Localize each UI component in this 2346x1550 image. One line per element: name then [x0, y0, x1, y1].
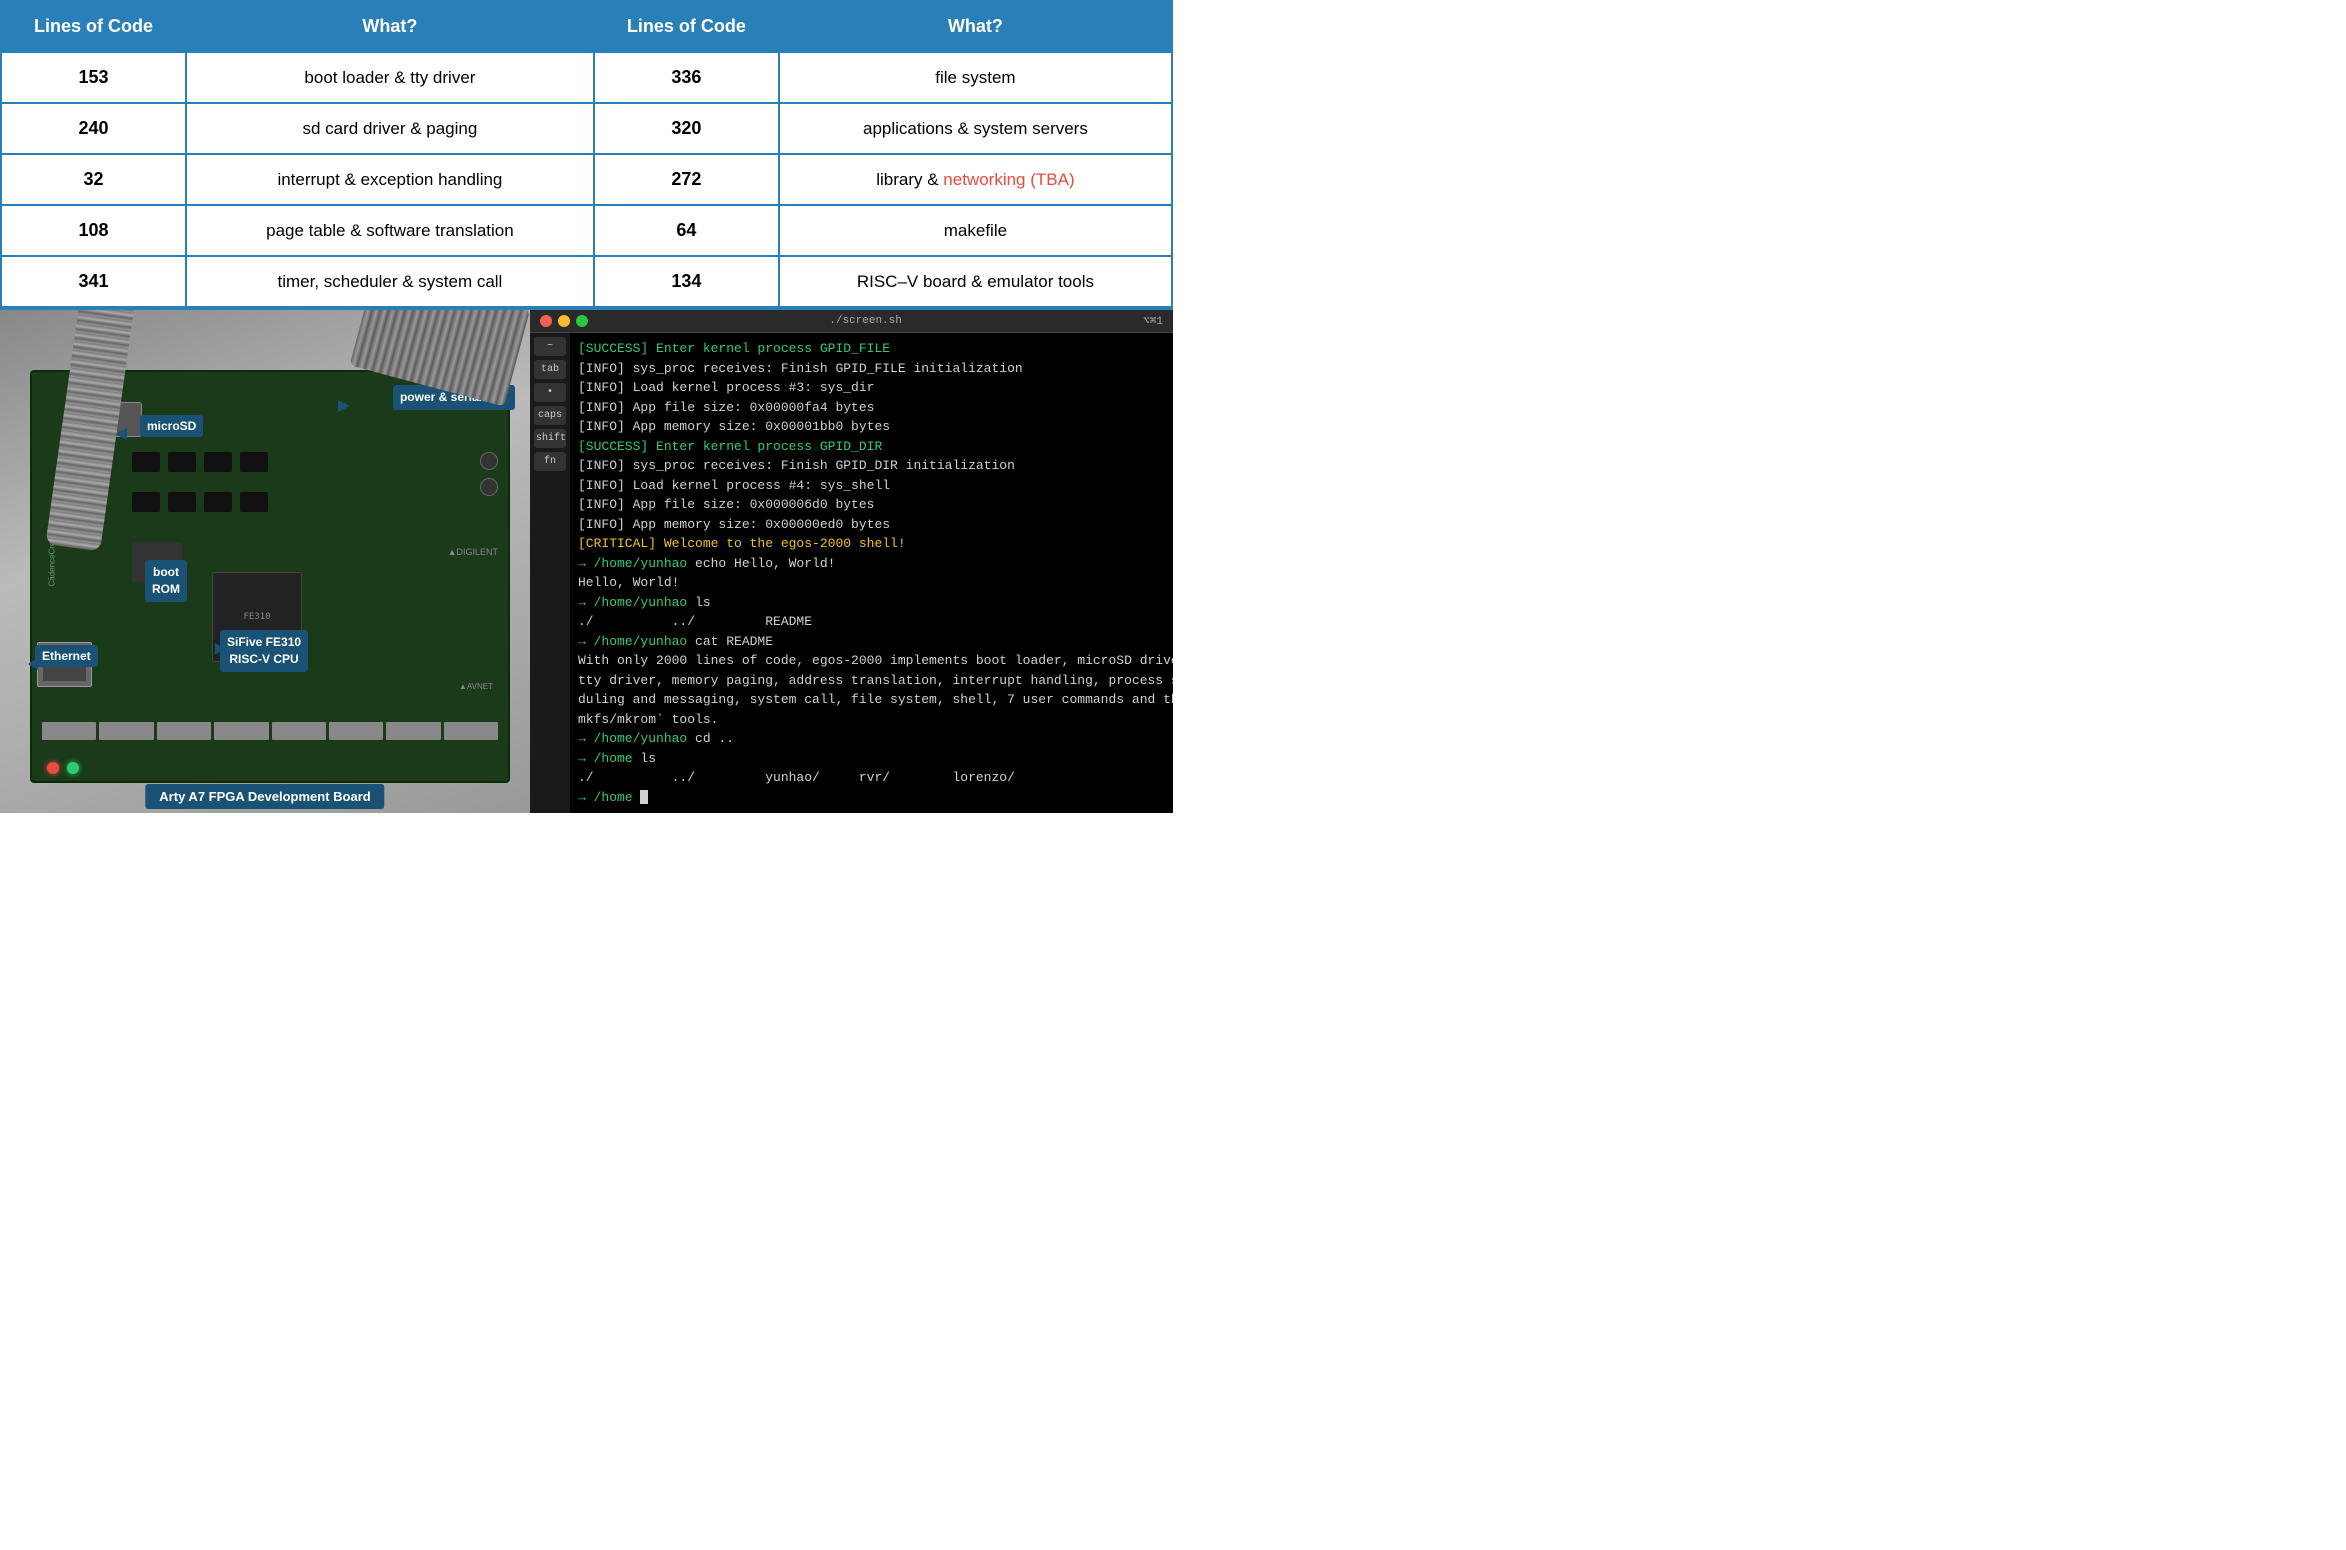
terminal-line-3: [INFO] App file size: 0x00000fa4 bytes	[578, 398, 1165, 418]
terminal-line-19: mkfs/mkrom` tools.	[578, 710, 1165, 730]
table-row-loc2-4: 134	[594, 256, 779, 307]
terminal-line-17: tty driver, memory paging, address trans…	[578, 671, 1165, 691]
table-row-loc1-4: 341	[1, 256, 186, 307]
maximize-button[interactable]	[576, 315, 588, 327]
terminal-line-14: ./ ../ README	[578, 612, 1165, 632]
terminal-line-16: With only 2000 lines of code, egos-2000 …	[578, 651, 1165, 671]
terminal-title: ./screen.sh	[829, 315, 902, 327]
key-fn[interactable]: fn	[534, 452, 566, 471]
boot-rom-label: bootROM	[145, 560, 187, 602]
microsd-label: microSD	[140, 415, 203, 437]
col-header-what1: What?	[186, 1, 594, 52]
table-row-desc1-1: sd card driver & paging	[186, 103, 594, 154]
terminal-line-18: duling and messaging, system call, file …	[578, 690, 1165, 710]
arty-board-label: Arty A7 FPGA Development Board	[145, 784, 384, 809]
lines-of-code-table: Lines of Code What? Lines of Code What? …	[0, 0, 1173, 308]
terminal-line-13: → /home/yunhao ls	[578, 593, 1165, 613]
terminal-body: ~ tab • caps shift fn [SUCCESS] Enter ke…	[530, 333, 1173, 813]
terminal-line-4: [INFO] App memory size: 0x00001bb0 bytes	[578, 417, 1165, 437]
board-container: FE310	[0, 310, 530, 813]
table-row-desc1-4: timer, scheduler & system call	[186, 256, 594, 307]
terminal-line-10: [CRITICAL] Welcome to the egos-2000 shel…	[578, 534, 1165, 554]
table-section: Lines of Code What? Lines of Code What? …	[0, 0, 1173, 308]
col-header-loc2: Lines of Code	[594, 1, 779, 52]
terminal-line-11: → /home/yunhao echo Hello, World!	[578, 554, 1165, 574]
terminal-line-23: → /home	[578, 788, 1165, 808]
terminal-sidebar-keys: ~ tab • caps shift fn	[530, 333, 570, 813]
terminal-content[interactable]: [SUCCESS] Enter kernel process GPID_FILE…	[570, 333, 1173, 813]
table-row-desc2-4: RISC–V board & emulator tools	[779, 256, 1172, 307]
table-row-loc1-2: 32	[1, 154, 186, 205]
terminal-line-12: Hello, World!	[578, 573, 1165, 593]
close-button[interactable]	[540, 315, 552, 327]
bottom-section: FE310	[0, 308, 1173, 813]
ethernet-label: Ethernet	[35, 645, 98, 667]
networking-tba-text: networking (TBA)	[943, 170, 1074, 189]
keyboard-shortcut: ⌥⌘1	[1143, 314, 1163, 328]
terminal-line-5: [SUCCESS] Enter kernel process GPID_DIR	[578, 437, 1165, 457]
col-header-what2: What?	[779, 1, 1172, 52]
terminal-line-15: → /home/yunhao cat README	[578, 632, 1165, 652]
table-row-desc2-1: applications & system servers	[779, 103, 1172, 154]
terminal-line-2: [INFO] Load kernel process #3: sys_dir	[578, 378, 1165, 398]
col-header-loc1: Lines of Code	[1, 1, 186, 52]
table-row-desc1-2: interrupt & exception handling	[186, 154, 594, 205]
key-dot[interactable]: •	[534, 383, 566, 402]
table-row-desc2-0: file system	[779, 52, 1172, 103]
table-row-loc2-0: 336	[594, 52, 779, 103]
terminal-line-0: [SUCCESS] Enter kernel process GPID_FILE	[578, 339, 1165, 359]
table-row-desc2-2: library & networking (TBA)	[779, 154, 1172, 205]
terminal-line-1: [INFO] sys_proc receives: Finish GPID_FI…	[578, 359, 1165, 379]
terminal-line-6: [INFO] sys_proc receives: Finish GPID_DI…	[578, 456, 1165, 476]
table-row-loc1-3: 108	[1, 205, 186, 256]
table-row-desc1-3: page table & software translation	[186, 205, 594, 256]
sifive-cpu-label: SiFive FE310RISC-V CPU	[220, 630, 308, 672]
terminal-line-9: [INFO] App memory size: 0x00000ed0 bytes	[578, 515, 1165, 535]
table-row-desc2-3: makefile	[779, 205, 1172, 256]
terminal-line-7: [INFO] Load kernel process #4: sys_shell	[578, 476, 1165, 496]
traffic-lights	[540, 315, 588, 327]
minimize-button[interactable]	[558, 315, 570, 327]
table-row-loc2-3: 64	[594, 205, 779, 256]
key-tab[interactable]: tab	[534, 360, 566, 379]
terminal-titlebar: ./screen.sh ⌥⌘1	[530, 310, 1173, 333]
table-row-desc1-0: boot loader & tty driver	[186, 52, 594, 103]
key-caps[interactable]: caps	[534, 406, 566, 425]
terminal-line-8: [INFO] App file size: 0x000006d0 bytes	[578, 495, 1165, 515]
table-row-loc1-1: 240	[1, 103, 186, 154]
key-shift[interactable]: shift	[534, 429, 566, 448]
terminal-line-21: → /home ls	[578, 749, 1165, 769]
key-tilde[interactable]: ~	[534, 337, 566, 356]
table-row-loc2-2: 272	[594, 154, 779, 205]
table-row-loc1-0: 153	[1, 52, 186, 103]
app-container: Lines of Code What? Lines of Code What? …	[0, 0, 1173, 813]
terminal-container: ./screen.sh ⌥⌘1 ~ tab • caps shift fn [S…	[530, 310, 1173, 813]
table-row-loc2-1: 320	[594, 103, 779, 154]
terminal-line-20: → /home/yunhao cd ..	[578, 729, 1165, 749]
terminal-line-22: ./ ../ yunhao/ rvr/ lorenzo/	[578, 768, 1165, 788]
